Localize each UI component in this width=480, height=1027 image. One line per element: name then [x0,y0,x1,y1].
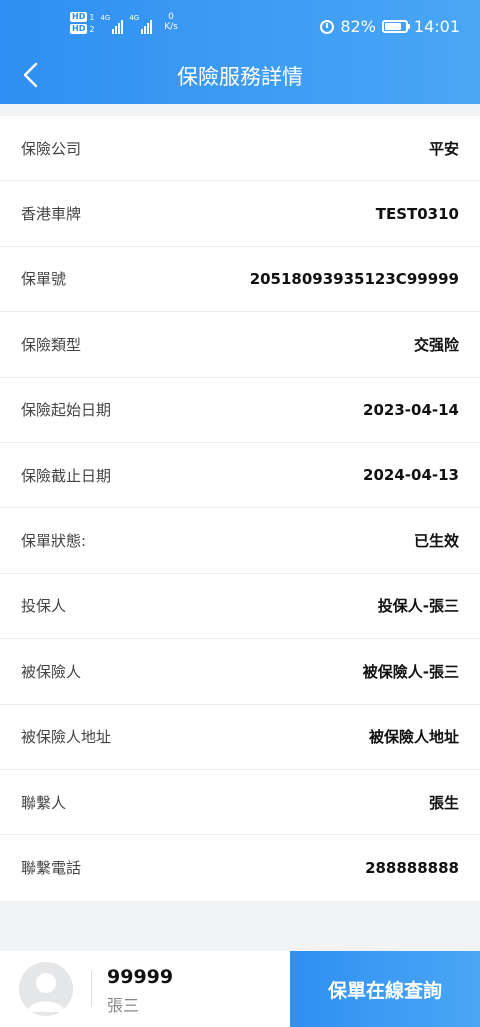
network-speed: 0 K/s [164,12,178,32]
battery-percent: 82% [340,17,376,36]
detail-row: 投保人 投保人-張三 [0,574,480,640]
detail-value: 交强险 [413,335,459,354]
detail-value: 20518093935123C99999 [249,269,459,288]
detail-value: TEST0310 [375,204,459,223]
detail-label: 香港車牌 [21,205,82,224]
user-name: 張三 [107,996,140,1015]
hd2-badge: HD [70,24,88,34]
detail-label: 保單號 [21,270,67,289]
detail-row: 聯繫電話 288888888 [0,835,480,900]
detail-list: 保險公司 平安 香港車牌 TEST0310 保單號 20518093935123… [0,116,480,901]
detail-row: 保單狀態: 已生效 [0,508,480,574]
status-right: 82% 14:01 [320,17,460,36]
signal-2-icon: 4G [129,14,153,34]
policy-online-query-button[interactable]: 保單在線查詢 [290,951,480,1027]
detail-value: 已生效 [413,532,459,551]
hd1-number: 1 [89,12,95,22]
detail-label: 保險起始日期 [21,401,112,420]
network-1-label: 4G [100,14,111,22]
detail-label: 被保險人地址 [21,728,112,747]
detail-label: 投保人 [21,597,67,616]
detail-value: 張生 [428,793,459,812]
hd2-number: 2 [89,24,95,34]
alarm-icon [320,19,335,34]
speed-unit: K/s [164,22,178,32]
detail-label: 保險公司 [21,139,82,158]
detail-label: 被保險人 [21,662,82,681]
detail-row: 保單號 20518093935123C99999 [0,247,480,313]
battery-icon [381,20,410,33]
detail-value: 被保險人地址 [368,728,459,747]
detail-value: 288888888 [365,858,459,877]
user-avatar-icon [27,973,65,1012]
signal-1-icon: 4G [100,14,124,34]
detail-row: 被保險人 被保險人-張三 [0,639,480,705]
detail-row: 聯繫人 張生 [0,770,480,836]
detail-value: 2024-04-13 [363,466,459,485]
bottom-bar: 99999 張三 保單在線查詢 [0,951,480,1027]
detail-row: 保險截止日期 2024-04-13 [0,443,480,509]
divider [91,971,92,1007]
detail-label: 聯繫電話 [21,859,82,878]
user-id: 99999 [107,966,174,988]
detail-row: 被保險人地址 被保險人地址 [0,705,480,770]
detail-row: 香港車牌 TEST0310 [0,181,480,247]
avatar[interactable] [19,962,73,1016]
hd-indicators: HD 1 HD 2 [70,12,94,34]
clock-time: 14:01 [413,17,460,36]
detail-value: 平安 [428,139,459,158]
status-left: HD 1 HD 2 4G 4G 0 K/s [70,12,178,34]
detail-label: 保單狀態: [21,532,87,551]
network-2-label: 4G [129,14,140,22]
top-header: HD 1 HD 2 4G 4G 0 K/s 82% 14:01 保險服務詳情 [0,0,480,104]
page-title: 保險服務詳情 [177,65,303,89]
detail-value: 投保人-張三 [377,597,459,616]
detail-label: 保險截止日期 [21,466,112,485]
status-bar: HD 1 HD 2 4G 4G 0 K/s 82% 14:01 [0,0,480,50]
detail-row: 保險類型 交强险 [0,312,480,378]
speed-value: 0 [168,12,174,22]
detail-row: 保險公司 平安 [0,116,480,182]
detail-row: 保險起始日期 2023-04-14 [0,378,480,443]
hd1-badge: HD [70,12,88,22]
detail-label: 保險類型 [21,335,82,354]
nav-bar: 保險服務詳情 [0,50,480,100]
detail-label: 聯繫人 [21,793,67,812]
detail-value: 被保險人-張三 [362,662,459,681]
detail-value: 2023-04-14 [363,400,459,419]
